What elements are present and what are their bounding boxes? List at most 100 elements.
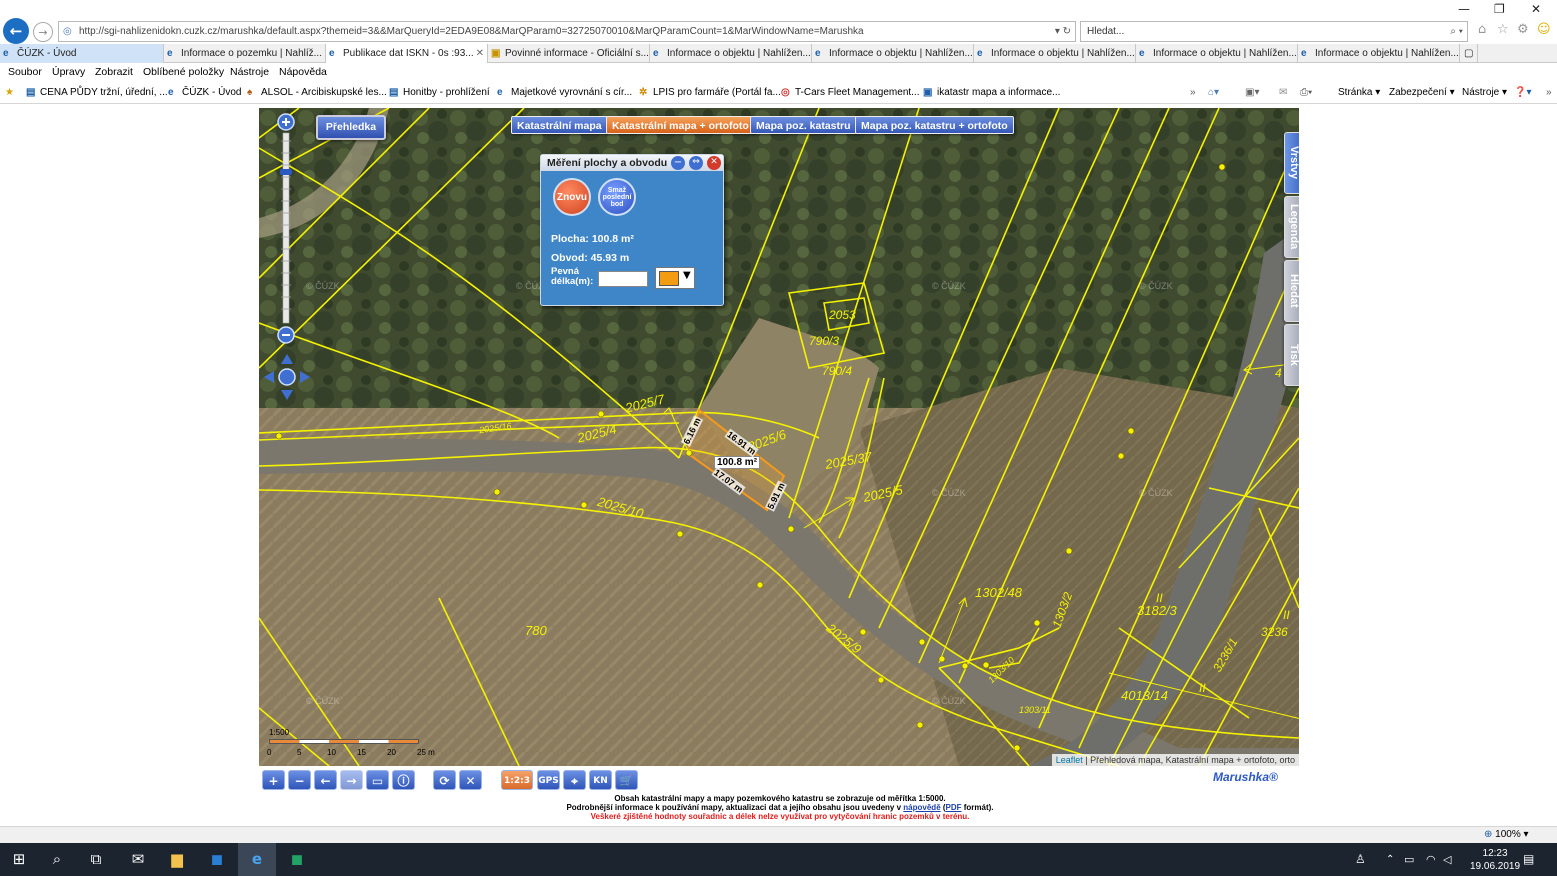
kn-button[interactable]: KN (589, 770, 612, 790)
zoom-in-button[interactable]: + (262, 770, 285, 790)
minimize-icon[interactable]: — (1458, 2, 1470, 16)
again-button[interactable]: Znovu (553, 178, 591, 216)
search-input[interactable]: Hledat... ⌕ ▾ (1080, 21, 1468, 42)
move-panel-icon[interactable]: ⇔ (689, 156, 703, 170)
tab-hledat[interactable]: Hledat (1284, 260, 1299, 322)
restore-icon[interactable]: ❐ (1494, 2, 1505, 16)
overview-button[interactable]: Přehledka (316, 115, 386, 140)
settings-gear-icon[interactable]: ⚙ (1517, 22, 1529, 37)
internet-explorer-icon[interactable]: e (238, 843, 276, 876)
notifications-icon[interactable]: ▤ (1523, 843, 1534, 876)
cmd-zabezpeceni[interactable]: Zabezpečení ▾ (1389, 82, 1455, 103)
volume-icon[interactable]: ◁ (1443, 843, 1451, 876)
fav-cena-pudy[interactable]: ▤ CENA PŮDY tržní, úřední, ... (26, 82, 168, 103)
forward-view-button[interactable]: → (340, 770, 363, 790)
layer-land-ortho[interactable]: Mapa poz. katastru + ortofoto (855, 116, 1014, 134)
mail-icon[interactable]: ✉ (1279, 82, 1287, 103)
tab-cuzk-uvod[interactable]: e ČÚZK - Úvod (0, 44, 164, 63)
forward-button[interactable]: → (33, 22, 53, 42)
close-window-icon[interactable]: ✕ (1531, 2, 1541, 16)
tab-objekt-4[interactable]: e Informace o objektu | Nahlížen... (1136, 44, 1298, 63)
home-icon[interactable]: ⌂ (1478, 22, 1486, 37)
search-icon[interactable]: ⌕ (38, 843, 76, 876)
menu-upravy[interactable]: Úpravy (52, 63, 85, 82)
measure-button[interactable]: 1:2:3 (501, 770, 533, 790)
refresh-map-button[interactable]: ⟳ (433, 770, 456, 790)
tab-objekt-3[interactable]: e Informace o objektu | Nahlížen... (974, 44, 1136, 63)
zoom-level[interactable]: ⊕ 100% ▾ (1484, 829, 1529, 840)
tab-objekt-1[interactable]: e Informace o objektu | Nahlížen... (650, 44, 812, 63)
search-icon[interactable]: ⌕ ▾ (1450, 22, 1463, 41)
menu-nastroje[interactable]: Nástroje (230, 63, 269, 82)
leaflet-link[interactable]: Leaflet (1056, 755, 1083, 765)
fav-majetkove[interactable]: e Majetkové vyrovnání s cír... (497, 82, 632, 103)
tab-vrstvy[interactable]: Vrstvy (1284, 132, 1299, 194)
fav-honitby[interactable]: ▤ Honitby - prohlížení (389, 82, 490, 103)
tab-objekt-5[interactable]: e Informace o objektu | Nahlížen... (1298, 44, 1460, 63)
cart-button[interactable]: 🛒 (615, 770, 638, 790)
people-icon[interactable]: ♙ (1355, 843, 1366, 876)
chevron-up-icon[interactable]: ⌃ (1386, 843, 1394, 876)
fixed-length-input[interactable] (598, 271, 648, 287)
refresh-icon[interactable]: ▾ ↻ (1055, 22, 1071, 41)
task-view-icon[interactable]: ⧉ (77, 843, 115, 876)
delete-last-point-button[interactable]: Smaž poslední bod (598, 178, 636, 216)
help-link[interactable]: nápovědě (903, 803, 940, 812)
pdf-link[interactable]: PDF (946, 803, 962, 812)
clock[interactable]: 12:23 19.06.2019 (1470, 847, 1520, 873)
fav-ikatastr[interactable]: ▣ ikatastr mapa a informace... (923, 82, 1060, 103)
zoom-rect-button[interactable]: ▭ (366, 770, 389, 790)
menu-soubor[interactable]: Soubor (8, 63, 42, 82)
tab-pozemek[interactable]: e Informace o pozemku | Nahlíž... (164, 44, 326, 63)
print-icon[interactable]: ⎙▾ (1300, 82, 1312, 103)
map-viewer[interactable]: © ČÚZK © ČÚZK © ČÚZK © ČÚZK © ČÚZK © ČÚZ… (259, 108, 1299, 766)
color-picker[interactable]: ▼ (655, 267, 695, 289)
locate-button[interactable]: ⌖ (563, 770, 586, 790)
close-panel-icon[interactable]: ✕ (707, 156, 721, 170)
smiley-feedback-icon[interactable]: ☺ (1537, 22, 1551, 37)
tab-objekt-2[interactable]: e Informace o objektu | Nahlížen... (812, 44, 974, 63)
outlook-icon[interactable]: ◼ (198, 843, 236, 876)
windows-start-icon[interactable]: ⊞ (0, 843, 38, 876)
home-cmd-icon[interactable]: ⌂▾ (1208, 82, 1219, 103)
fav-alsol[interactable]: ♠ ALSOL - Arcibiskupské les... (247, 82, 387, 103)
battery-icon[interactable]: ▭ (1404, 843, 1414, 876)
back-button[interactable]: ← (3, 18, 29, 44)
menu-napoveda[interactable]: Nápověda (279, 63, 327, 82)
gps-button[interactable]: GPS (537, 770, 560, 790)
favorites-star-icon[interactable]: ★ (5, 82, 14, 103)
feeds-icon[interactable]: ▣▾ (1245, 82, 1259, 103)
info-button[interactable]: ⓘ (392, 770, 415, 790)
fav-lpis[interactable]: ✲ LPIS pro farmáře (Portál fa... (639, 82, 781, 103)
cmd-nastroje[interactable]: Nástroje ▾ (1462, 82, 1507, 103)
more-favorites-icon[interactable]: » (1190, 82, 1196, 103)
fav-cuzk[interactable]: e ČÚZK - Úvod (168, 82, 241, 103)
help-icon[interactable]: ❓▾ (1514, 82, 1531, 103)
tab-povinne[interactable]: ▣ Povinné informace - Oficiální s... (488, 44, 650, 63)
tab-legenda[interactable]: Legenda (1284, 196, 1299, 258)
menu-zobrazit[interactable]: Zobrazit (95, 63, 133, 82)
excel-icon[interactable]: ◼ (278, 843, 316, 876)
cmd-stranka[interactable]: Stránka ▾ (1338, 82, 1380, 103)
file-explorer-icon[interactable]: ▆ (158, 843, 196, 876)
clear-button[interactable]: ✕ (459, 770, 482, 790)
menu-oblibene[interactable]: Oblíbené položky (143, 63, 224, 82)
close-tab-icon[interactable]: ✕ (476, 44, 484, 63)
layer-land-map[interactable]: Mapa poz. katastru (750, 116, 857, 134)
address-bar[interactable]: ◎ http://sgi-nahlizenidokn.cuzk.cz/marus… (58, 21, 1076, 42)
wifi-icon[interactable]: ◠ (1426, 843, 1436, 876)
new-tab-button[interactable]: ▢ (1460, 44, 1478, 63)
more-commands-icon[interactable]: » (1546, 82, 1552, 103)
fav-tcars[interactable]: ◎ T-Cars Fleet Management... (781, 82, 920, 103)
minimize-panel-icon[interactable]: − (671, 156, 685, 170)
pan-control[interactable] (262, 352, 312, 402)
layer-cadastral-map[interactable]: Katastrální mapa (511, 116, 608, 134)
tab-tisk[interactable]: Tisk (1284, 324, 1299, 386)
mail-app-icon[interactable]: ✉ (119, 843, 157, 876)
back-view-button[interactable]: ← (314, 770, 337, 790)
favorites-star-icon[interactable]: ☆ (1497, 22, 1509, 37)
layer-cadastral-ortho[interactable]: Katastrální mapa + ortofoto (606, 116, 755, 134)
zoom-out-button[interactable]: − (288, 770, 311, 790)
tab-publikace[interactable]: e Publikace dat ISKN - 0s :93... ✕ (326, 44, 488, 63)
zoom-slider[interactable] (277, 113, 295, 353)
